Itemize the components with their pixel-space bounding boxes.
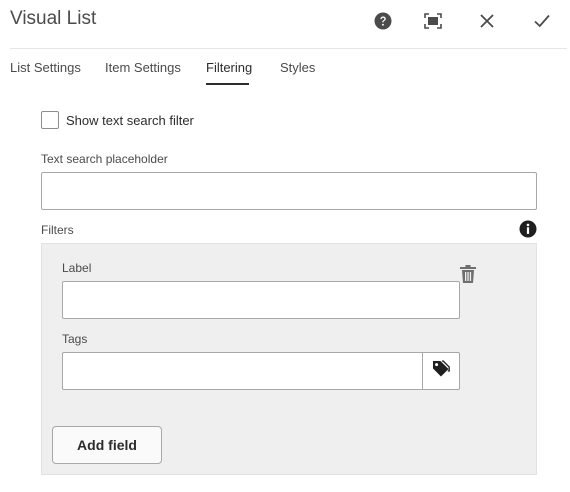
filter-label-field-label: Label	[62, 261, 92, 275]
fullscreen-button[interactable]	[421, 10, 445, 32]
placeholder-field-label: Text search placeholder	[41, 152, 168, 166]
close-button[interactable]	[475, 10, 499, 32]
visual-list-dialog: Visual List List Settings Item Settings …	[0, 0, 570, 492]
filter-tags-field-label: Tags	[62, 332, 88, 346]
delete-item-button[interactable]	[459, 264, 477, 284]
show-search-filter-checkbox[interactable]	[41, 111, 59, 129]
tab-list-settings[interactable]: List Settings	[10, 56, 81, 86]
dialog-title: Visual List	[10, 8, 97, 29]
placeholder-input[interactable]	[41, 172, 537, 210]
info-icon[interactable]	[519, 220, 537, 238]
tag-picker-button[interactable]	[422, 352, 460, 390]
help-icon	[374, 12, 392, 30]
active-tab-indicator	[206, 83, 249, 85]
tag-icon	[432, 359, 450, 383]
header-divider	[10, 48, 567, 49]
tab-filtering[interactable]: Filtering	[206, 56, 252, 86]
show-search-filter-label: Show text search filter	[66, 113, 194, 128]
done-button[interactable]	[530, 10, 554, 32]
help-button[interactable]	[371, 10, 395, 32]
filters-label: Filters	[41, 223, 74, 237]
done-icon	[534, 14, 550, 28]
filter-tags-input[interactable]	[62, 352, 423, 390]
add-field-button[interactable]: Add field	[52, 426, 162, 464]
dialog-header: Visual List	[0, 0, 570, 46]
trash-icon	[459, 265, 477, 288]
tab-item-settings[interactable]: Item Settings	[105, 56, 181, 86]
tab-styles[interactable]: Styles	[280, 56, 315, 86]
close-icon	[480, 14, 494, 28]
fullscreen-icon	[424, 13, 442, 29]
filter-label-input[interactable]	[62, 281, 460, 319]
